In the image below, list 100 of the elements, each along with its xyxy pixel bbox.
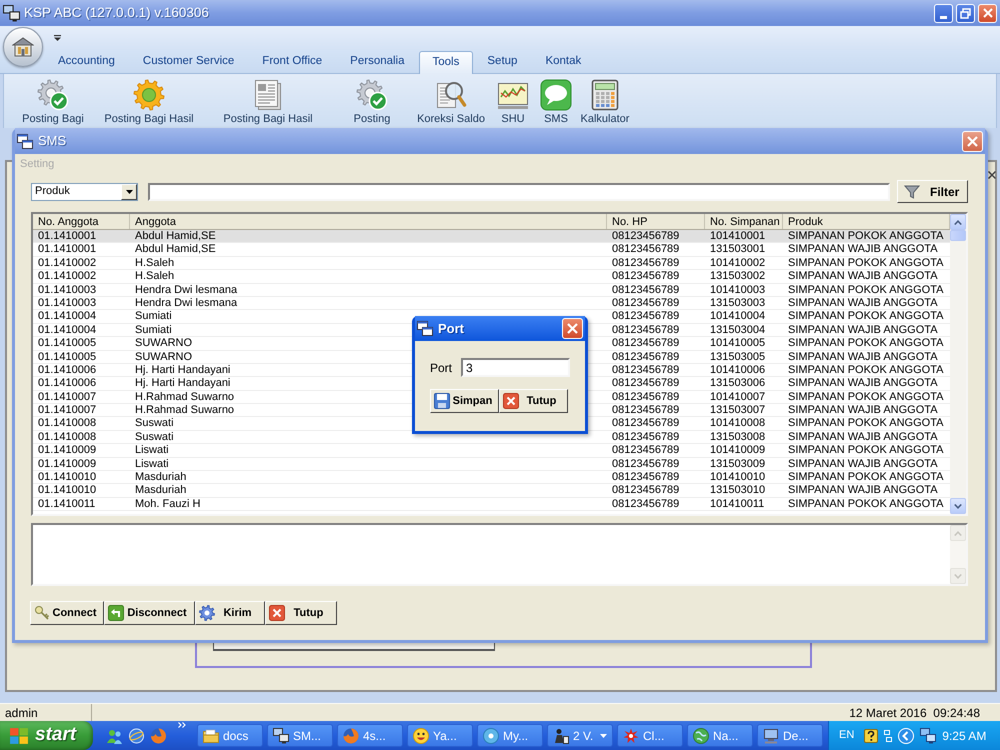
- table-cell: 131503005: [710, 350, 766, 363]
- scrollbar[interactable]: [950, 214, 966, 514]
- ribbon-button[interactable]: Posting: [354, 74, 390, 126]
- port-field[interactable]: 3: [461, 358, 570, 377]
- table-cell: 101410007: [710, 390, 766, 403]
- ribbon-button[interactable]: SHU: [497, 74, 529, 126]
- chevron-down-icon: [954, 574, 962, 578]
- close-button[interactable]: [562, 318, 583, 339]
- network-computers-icon: [920, 728, 936, 744]
- scroll-up-button[interactable]: [950, 214, 966, 230]
- taskbar-button[interactable]: Ya...: [407, 724, 473, 747]
- table-row[interactable]: 01.1410003 Hendra Dwi lesmana 08123456789 101410003 SIMPANAN POKOK ANGGOTA: [33, 284, 950, 297]
- restore-button[interactable]: [956, 4, 975, 22]
- table-row[interactable]: 01.1410003 Hendra Dwi lesmana 08123456789 131503003 SIMPANAN WAJIB ANGGOTA: [33, 296, 950, 310]
- column-header[interactable]: Anggota: [130, 214, 607, 229]
- taskbar-button[interactable]: 2 V.: [547, 724, 613, 747]
- table-row[interactable]: 01.1410002 H.Saleh 08123456789 131503002 SIMPANAN WAJIB ANGGOTA: [33, 270, 950, 284]
- table-row[interactable]: 01.1410001 Abdul Hamid,SE 08123456789 101410001 SIMPANAN POKOK ANGGOTA: [33, 230, 950, 244]
- table-cell: 131503004: [710, 324, 766, 336]
- ribbon-button[interactable]: Koreksi Saldo: [417, 74, 485, 126]
- table-cell: Abdul Hamid,SE: [135, 243, 216, 256]
- toolbar-button[interactable]: Kirim: [195, 601, 265, 625]
- taskbar-button[interactable]: Cl...: [617, 724, 683, 747]
- minimize-button[interactable]: [934, 4, 953, 22]
- table-row[interactable]: 01.1410011 Moh. Fauzi H 08123456789 101410011 SIMPANAN POKOK ANGGOTA: [33, 498, 950, 512]
- gear-check-icon: [356, 79, 388, 111]
- taskbar-button[interactable]: docs: [197, 724, 263, 747]
- toolbar-button[interactable]: Tutup: [265, 601, 337, 625]
- quick-launch-button[interactable]: [128, 728, 145, 744]
- ribbon-button[interactable]: Kalkulator: [580, 74, 630, 126]
- taskbar-button[interactable]: Na...: [687, 724, 753, 747]
- person-icon: [553, 728, 569, 744]
- table-row[interactable]: 01.1410009 Liswati 08123456789 101410009 SIMPANAN POKOK ANGGOTA: [33, 444, 950, 458]
- column-header[interactable]: No. Anggota: [33, 214, 130, 229]
- table-cell: 08123456789: [612, 430, 680, 443]
- tray-button[interactable]: [920, 728, 936, 744]
- table-cell: 101410004: [710, 310, 766, 322]
- message-field[interactable]: [31, 523, 968, 586]
- taskbar-button[interactable]: 4s...: [337, 724, 403, 747]
- table-cell: 101410003: [710, 284, 766, 296]
- column-header[interactable]: No. HP: [607, 214, 705, 229]
- ribbon-button[interactable]: Posting Bagi Hasil: [223, 74, 313, 126]
- ribbon-tab[interactable]: Accounting: [44, 51, 129, 73]
- globe-icon: [128, 728, 145, 744]
- table-cell: 08123456789: [612, 417, 680, 430]
- ribbon-button[interactable]: SMS: [540, 74, 572, 126]
- table-cell: SIMPANAN WAJIB ANGGOTA: [788, 377, 938, 390]
- ribbon-tab[interactable]: Personalia: [336, 51, 419, 73]
- table-cell: 131503002: [710, 270, 766, 282]
- close-icon: [269, 605, 285, 621]
- table-cell: 01.1410004: [38, 324, 96, 336]
- table-cell: 01.1410008: [38, 417, 96, 430]
- more-button[interactable]: [178, 722, 186, 728]
- table-cell: SIMPANAN POKOK ANGGOTA: [788, 364, 944, 376]
- dialog-button[interactable]: Tutup: [499, 389, 568, 413]
- table-cell: 01.1410003: [38, 296, 96, 309]
- ribbon-tab[interactable]: Kontak: [531, 51, 596, 73]
- toolbar-button[interactable]: Connect: [30, 601, 104, 625]
- table-cell: 131503010: [710, 484, 766, 496]
- close-button[interactable]: [978, 4, 997, 22]
- table-cell: SUWARNO: [135, 350, 192, 363]
- close-button[interactable]: [962, 130, 983, 152]
- magnifier-document-icon: [435, 79, 467, 111]
- dialog-button[interactable]: Simpan: [430, 389, 499, 413]
- table-row[interactable]: 01.1410010 Masduriah 08123456789 101410010 SIMPANAN POKOK ANGGOTA: [33, 471, 950, 484]
- table-cell: 01.1410008: [38, 430, 96, 443]
- taskbar-button[interactable]: My...: [477, 724, 543, 747]
- quick-launch-button[interactable]: [150, 728, 167, 744]
- column-header[interactable]: No. Simpanan: [705, 214, 783, 229]
- table-cell: Liswati: [135, 458, 169, 470]
- taskbar-button[interactable]: De...: [757, 724, 823, 747]
- quick-launch-button[interactable]: [106, 728, 123, 744]
- filter-field[interactable]: [148, 182, 890, 200]
- table-cell: Sumiati: [135, 310, 172, 322]
- ribbon-tab[interactable]: Customer Service: [128, 51, 248, 73]
- table-cell: SIMPANAN POKOK ANGGOTA: [788, 498, 944, 510]
- scrollbar-thumb[interactable]: [950, 230, 966, 241]
- column-dropdown[interactable]: Produk: [31, 182, 138, 200]
- ribbon-button[interactable]: Posting Bagi: [22, 74, 84, 126]
- gear-icon: [199, 605, 215, 621]
- table-row[interactable]: 01.1410001 Abdul Hamid,SE 08123456789 131503001 SIMPANAN WAJIB ANGGOTA: [33, 243, 950, 257]
- ribbon-tab[interactable]: Tools: [418, 51, 474, 74]
- ribbon-tab[interactable]: Setup: [473, 51, 532, 73]
- customize-button[interactable]: [52, 33, 62, 43]
- expand-tray-button[interactable]: [898, 728, 914, 744]
- table-cell: 08123456789: [612, 404, 680, 416]
- scroll-down-button[interactable]: [950, 498, 966, 514]
- toolbar-button[interactable]: Disconnect: [104, 601, 195, 625]
- filter-button[interactable]: Filter: [897, 180, 968, 203]
- restore-icon: [960, 8, 971, 18]
- table-cell: 01.1410006: [38, 377, 96, 390]
- table-row[interactable]: 01.1410002 H.Saleh 08123456789 101410002 SIMPANAN POKOK ANGGOTA: [33, 256, 950, 270]
- splash-icon: [623, 728, 639, 744]
- table-cell: 08123456789: [612, 350, 680, 363]
- ribbon-tab[interactable]: Front Office: [248, 51, 336, 73]
- table-row[interactable]: 01.1410009 Liswati 08123456789 131503009 SIMPANAN WAJIB ANGGOTA: [33, 458, 950, 472]
- table-row[interactable]: 01.1410010 Masduriah 08123456789 131503010 SIMPANAN WAJIB ANGGOTA: [33, 484, 950, 498]
- tray-button[interactable]: [864, 728, 878, 742]
- ribbon-button[interactable]: Posting Bagi Hasil: [104, 74, 194, 126]
- taskbar-button[interactable]: SM...: [267, 724, 333, 747]
